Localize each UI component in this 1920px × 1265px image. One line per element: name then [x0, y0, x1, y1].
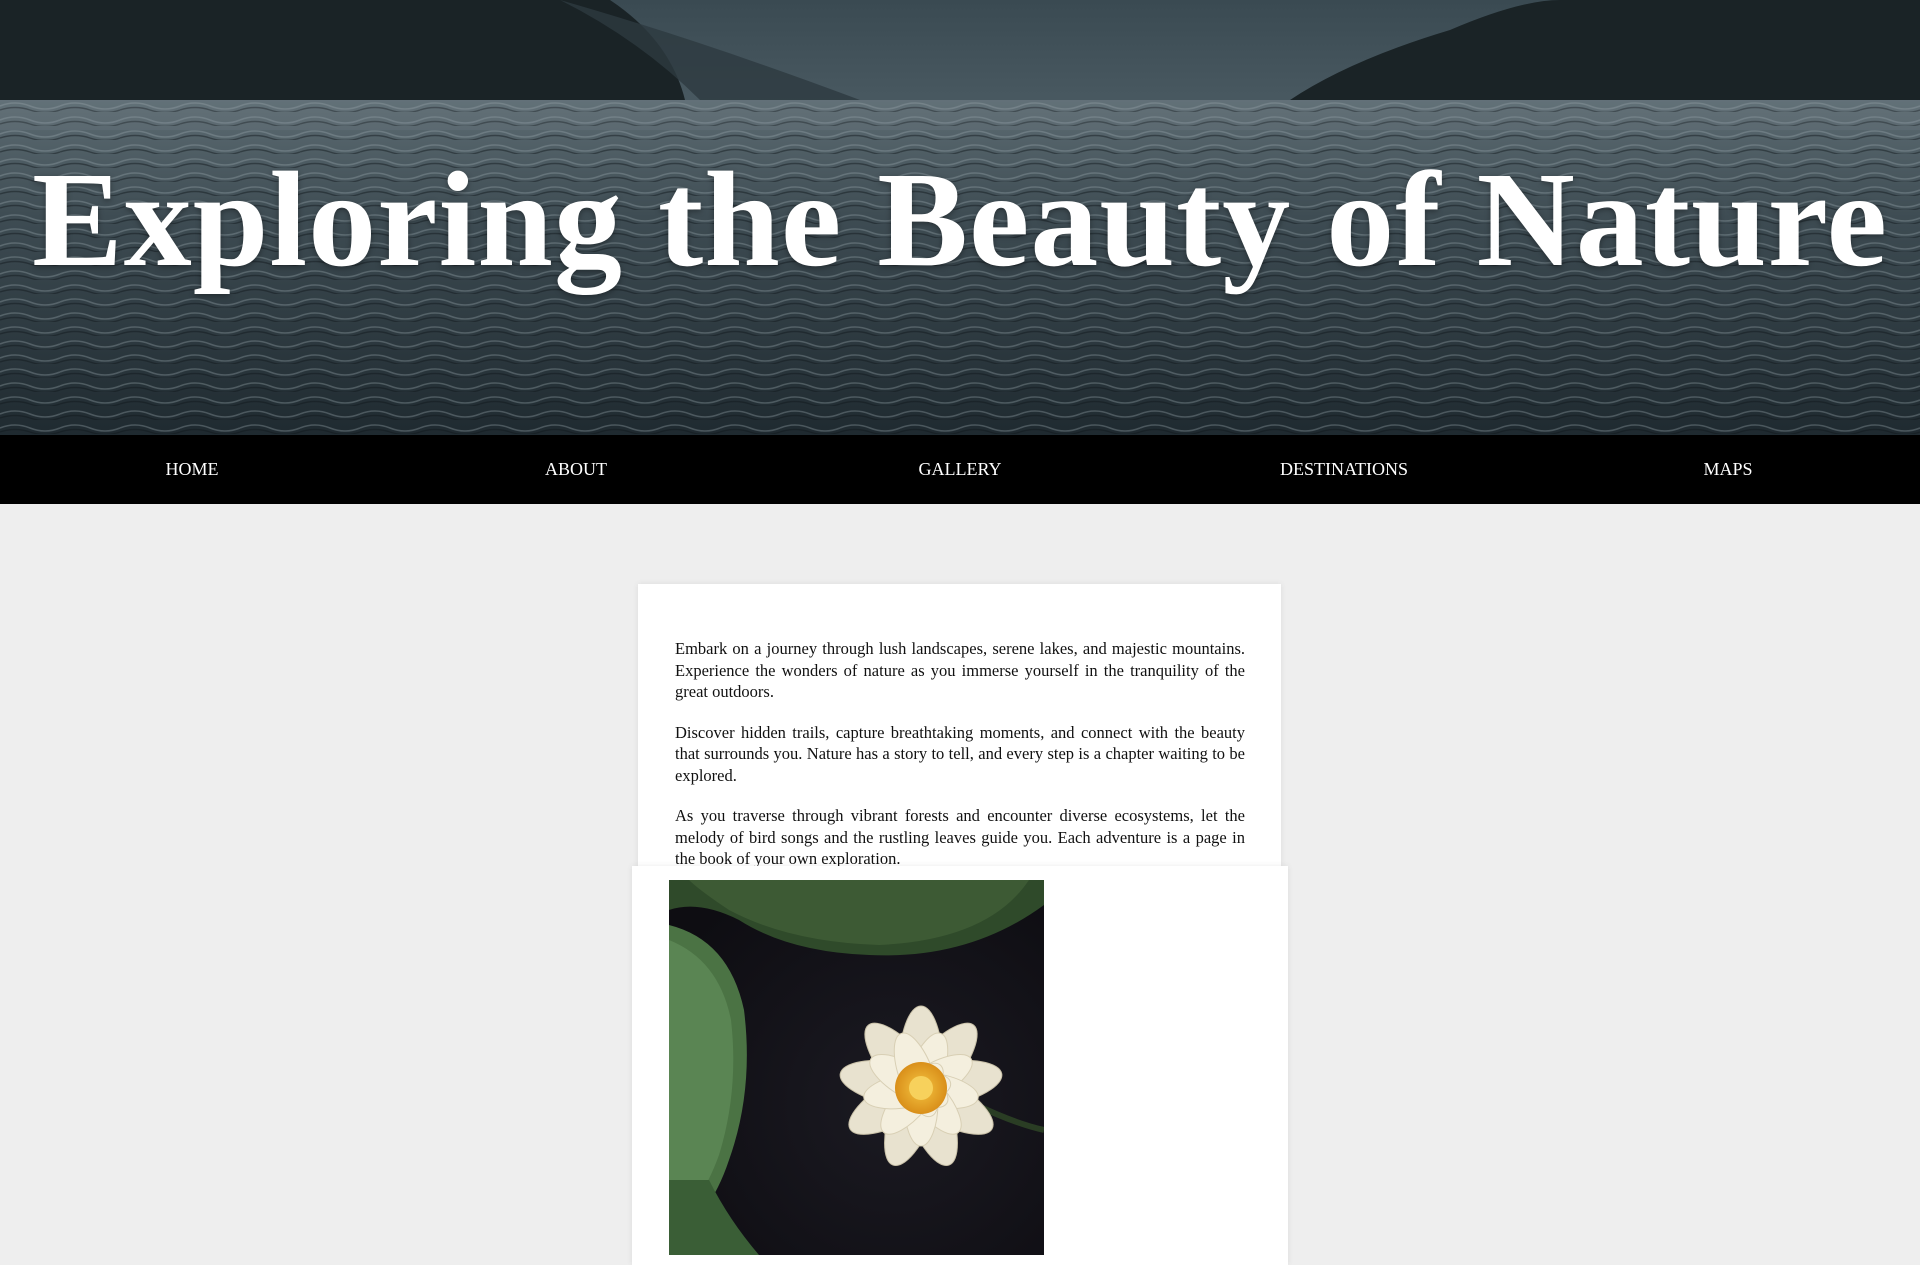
water-lily-photo	[669, 880, 1044, 1255]
water-lily-image	[669, 880, 1044, 1255]
nav-about[interactable]: ABOUT	[384, 435, 768, 504]
page-title: Exploring the Beauty of Nature	[32, 145, 1888, 295]
hero-banner: Exploring the Beauty of Nature	[0, 0, 1920, 435]
intro-paragraph: Embark on a journey through lush landsca…	[675, 639, 1245, 701]
main-nav: HOME ABOUT GALLERY DESTINATIONS MAPS	[0, 435, 1920, 504]
nav-maps[interactable]: MAPS	[1536, 435, 1920, 504]
intro-card: Embark on a journey through lush landsca…	[638, 584, 1281, 867]
gallery-card	[632, 866, 1288, 1265]
intro-paragraph: Discover hidden trails, capture breathta…	[675, 722, 1245, 785]
intro-paragraph: As you traverse through vibrant forests …	[675, 806, 1245, 867]
intro-text: Embark on a journey through lush landsca…	[675, 638, 1245, 867]
nav-gallery[interactable]: GALLERY	[768, 435, 1152, 504]
nav-destinations[interactable]: DESTINATIONS	[1152, 435, 1536, 504]
nav-home[interactable]: HOME	[0, 435, 384, 504]
